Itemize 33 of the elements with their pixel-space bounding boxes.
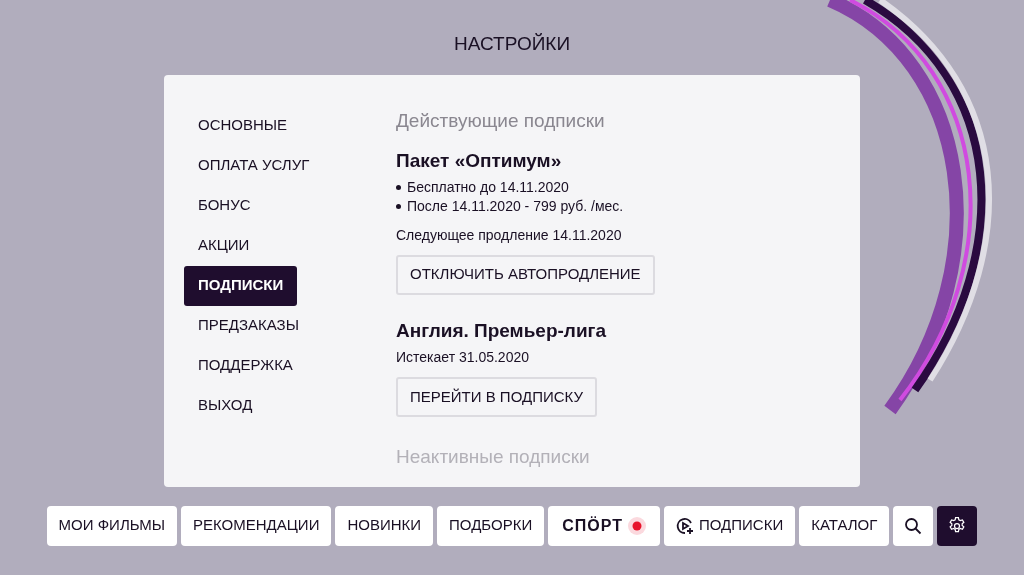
bullet-icon: [396, 203, 401, 209]
sidebar-item[interactable]: АКЦИИ: [184, 225, 264, 266]
sidebar-item[interactable]: ПОДПИСКИ: [184, 265, 298, 306]
nav-tab[interactable]: НОВИНКИ: [335, 505, 434, 546]
bullet-text: Бесплатно до 14.11.2020: [407, 177, 569, 197]
bullet-text: После 14.11.2020 - 799 руб. /мес.: [407, 196, 624, 216]
subscription-button[interactable]: ОТКЛЮЧИТЬ АВТОПРОДЛЕНИЕ: [396, 254, 655, 295]
sport-tab[interactable]: СПÖРТ: [548, 505, 660, 546]
search-icon: [904, 516, 923, 535]
subscription-title: Пакет «Оптимум»: [396, 149, 562, 173]
subscription-title: Англия. Премьер-лига: [396, 318, 607, 343]
sidebar-item[interactable]: БОНУС: [184, 185, 265, 226]
sidebar-item[interactable]: ВЫХОД: [184, 385, 267, 426]
bullet-icon: [396, 184, 401, 190]
nav-tab[interactable]: КАТАЛОГ: [799, 505, 890, 546]
live-dot-icon: [627, 516, 646, 535]
sidebar-item[interactable]: ОПЛАТА УСЛУГ: [184, 145, 324, 186]
play-plus-icon: [675, 516, 694, 535]
settings-button[interactable]: [937, 505, 978, 546]
subscription-note: Следующее продление 14.11.2020: [396, 225, 622, 245]
section-heading: Неактивные подписки: [396, 445, 590, 469]
sidebar-item[interactable]: ОСНОВНЫЕ: [184, 105, 302, 146]
sidebar-item[interactable]: ПОДДЕРЖКА: [184, 345, 307, 386]
subscription-note: Истекает 31.05.2020: [396, 348, 529, 367]
page-title: НАСТРОЙКИ: [453, 32, 571, 56]
nav-tab[interactable]: РЕКОМЕНДАЦИИ: [181, 505, 332, 546]
search-button[interactable]: [893, 505, 934, 546]
sidebar-item[interactable]: ПРЕДЗАКАЗЫ: [184, 305, 313, 346]
nav-tab[interactable]: ПОДБОРКИ: [437, 505, 545, 546]
section-heading: Действующие подписки: [396, 108, 605, 133]
nav-tab[interactable]: МОИ ФИЛЬМЫ: [46, 505, 178, 546]
subscription-button[interactable]: ПЕРЕЙТИ В ПОДПИСКУ: [396, 377, 597, 417]
subscriptions-tab[interactable]: ПОДПИСКИ: [663, 505, 796, 546]
